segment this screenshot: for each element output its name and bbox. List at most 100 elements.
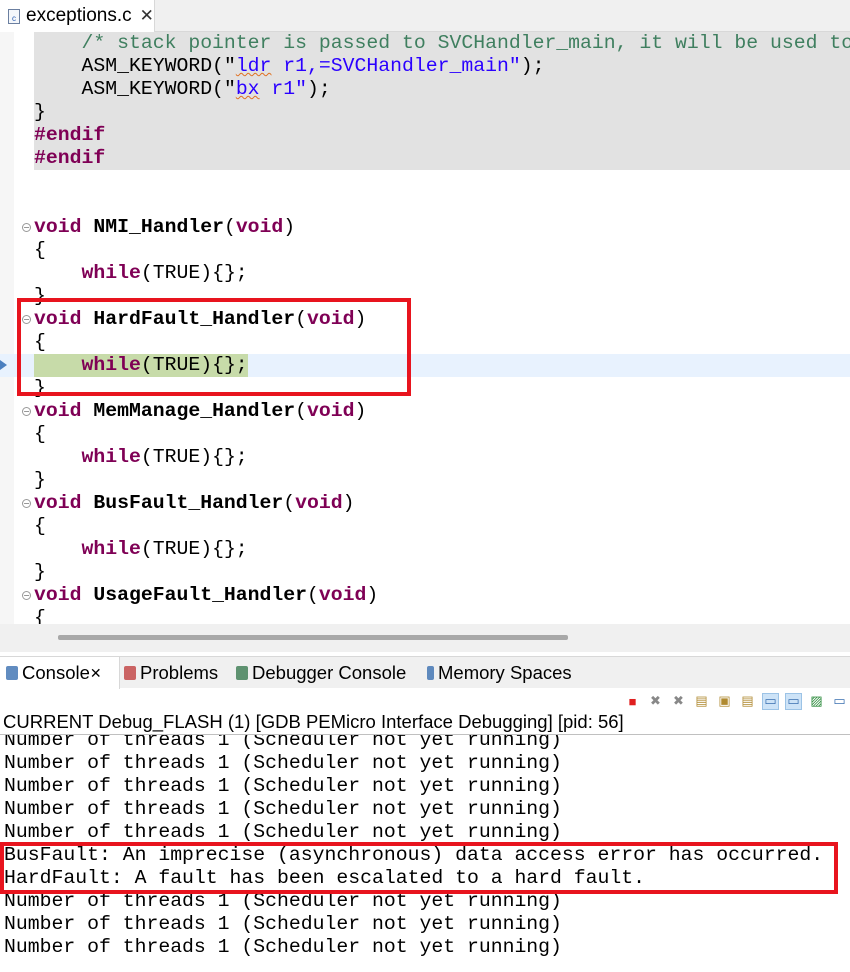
word-wrap-icon[interactable]: ▤: [739, 693, 756, 710]
code-text: {: [34, 515, 46, 538]
code-text: void MemManage_Handler(void): [34, 400, 366, 423]
tab-label: Console: [22, 662, 90, 683]
show-on-stdout-icon[interactable]: ▭: [762, 692, 779, 710]
console-line: Number of threads 1 (Scheduler not yet r…: [4, 798, 562, 820]
code-token: ASM_KEYWORD(: [34, 55, 224, 77]
code-line: − void NMI_Handler(void): [0, 216, 850, 239]
code-token: ldr: [235, 55, 272, 77]
code-text: ASM_KEYWORD("ldr r1,=SVCHandler_main");: [34, 55, 544, 78]
tab-debugger-console[interactable]: Debugger Console: [236, 657, 406, 689]
tab-problems[interactable]: Problems: [124, 657, 218, 689]
tab-label: Memory Spaces: [438, 662, 572, 683]
code-token: {: [34, 515, 46, 537]
fold-toggle-icon[interactable]: −: [22, 223, 31, 232]
show-on-stderr-icon[interactable]: ▭: [785, 692, 802, 710]
code-text: void UsageFault_Handler(void): [34, 584, 378, 607]
code-text: #endif: [34, 147, 105, 170]
code-token: (TRUE){};: [140, 538, 248, 560]
highlight-box-hardfault: [17, 298, 411, 396]
tab-memory-spaces[interactable]: Memory Spaces: [427, 657, 572, 689]
code-token: }: [34, 469, 46, 491]
terminate-icon[interactable]: ■: [624, 693, 641, 710]
code-text: /* stack pointer is passed to SVCHandler…: [34, 32, 850, 55]
editor-tab-bar: c exceptions.c ✕: [0, 0, 850, 32]
code-token: ): [342, 492, 355, 514]
code-token: (: [295, 400, 308, 422]
code-line: while(TRUE){};: [0, 446, 850, 469]
code-token: void: [34, 400, 82, 422]
code-token: }: [34, 561, 46, 583]
code-line: {: [0, 239, 850, 262]
code-token: ): [366, 584, 379, 606]
fold-toggle-icon[interactable]: −: [22, 499, 31, 508]
code-token: ": [223, 78, 236, 100]
code-token: /* stack pointer is passed to SVCHandler…: [81, 32, 850, 54]
code-token: #endif: [34, 147, 106, 169]
tab-exceptions-c[interactable]: c exceptions.c ✕: [0, 0, 155, 32]
scroll-lock-icon[interactable]: ▣: [716, 693, 733, 710]
pin-console-icon[interactable]: ▨: [808, 693, 825, 710]
memory-spaces-icon: [427, 666, 434, 680]
code-text: void NMI_Handler(void): [34, 216, 295, 239]
console-toolbar: ■ ✖ ✖ ▤ ▣ ▤ ▭ ▭ ▨ ▭: [624, 690, 850, 712]
close-icon[interactable]: ✕: [140, 6, 154, 26]
remove-all-launches-icon[interactable]: ✖: [670, 693, 687, 710]
console-line: Number of threads 1 (Scheduler not yet r…: [4, 913, 562, 935]
code-token: (TRUE){};: [140, 446, 248, 468]
code-token: }: [34, 101, 46, 123]
code-token: void: [235, 216, 284, 238]
code-text: {: [34, 607, 46, 624]
code-token: BusFault_Handler: [93, 492, 284, 514]
code-token: while: [81, 262, 141, 284]
code-text: {: [34, 423, 46, 446]
code-line: }: [0, 101, 850, 124]
code-token: ": [223, 55, 236, 77]
code-line: /* stack pointer is passed to SVCHandler…: [0, 32, 850, 55]
code-token: MemManage_Handler: [93, 400, 296, 422]
code-text: while(TRUE){};: [34, 538, 248, 561]
code-token: {: [34, 607, 46, 624]
tab-label: Problems: [140, 662, 219, 683]
tab-console[interactable]: Console ✕: [0, 657, 120, 689]
close-icon[interactable]: ✕: [90, 665, 102, 682]
code-token: void: [34, 492, 82, 514]
code-line: {: [0, 515, 850, 538]
code-token: (: [223, 216, 236, 238]
inactive-code-background: [34, 101, 850, 124]
code-text: while(TRUE){};: [34, 446, 248, 469]
code-line: − void MemManage_Handler(void): [0, 400, 850, 423]
code-token: bx: [235, 78, 260, 100]
code-token: ASM_KEYWORD(: [34, 78, 224, 100]
code-token: NMI_Handler: [93, 216, 224, 238]
code-token: {: [34, 239, 46, 261]
code-text: }: [34, 101, 46, 124]
console-icon: [6, 666, 18, 680]
highlight-box-fault-messages: [0, 842, 838, 894]
code-token: {: [34, 423, 46, 445]
fold-toggle-icon[interactable]: −: [22, 591, 31, 600]
code-token: r1": [259, 78, 308, 100]
console-tab-bar: Console ✕ Problems Debugger Console Memory …: [0, 656, 850, 689]
clear-console-icon[interactable]: ▤: [693, 693, 710, 710]
code-token: );: [520, 55, 545, 77]
code-token: );: [307, 78, 331, 100]
horizontal-scrollbar[interactable]: [0, 624, 850, 652]
open-console-icon[interactable]: ▭: [831, 693, 848, 710]
console-line: Number of threads 1 (Scheduler not yet r…: [4, 936, 562, 958]
code-token: while: [81, 446, 141, 468]
code-text: }: [34, 469, 46, 492]
code-token: #endif: [34, 124, 106, 146]
code-text: {: [34, 239, 46, 262]
remove-launch-icon[interactable]: ✖: [647, 693, 664, 710]
inactive-code-background: [34, 147, 850, 170]
scrollbar-thumb[interactable]: [58, 635, 568, 640]
tab-label: exceptions.c: [26, 5, 132, 26]
code-line: − void BusFault_Handler(void): [0, 492, 850, 515]
code-line: while(TRUE){};: [0, 538, 850, 561]
fold-toggle-icon[interactable]: −: [22, 407, 31, 416]
c-file-icon: c: [8, 8, 20, 24]
